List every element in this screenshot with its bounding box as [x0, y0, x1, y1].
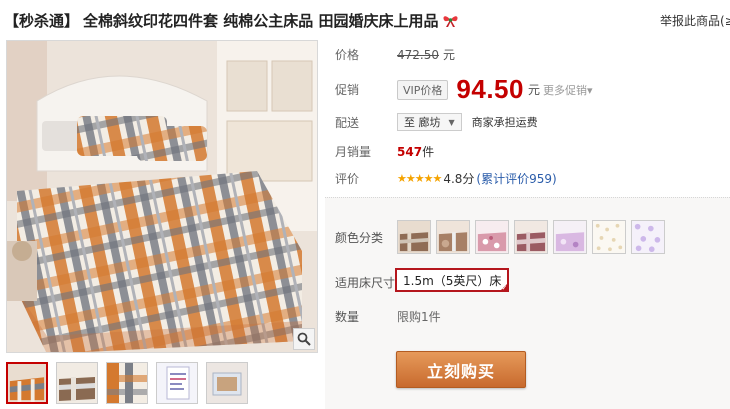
product-title-text: 全棉斜纹印花四件套 纯棉公主床品 田园婚庆床上用品 — [83, 11, 439, 30]
color-swatch-2[interactable] — [436, 220, 470, 254]
promo-price: 94.50 — [456, 74, 524, 104]
magnifier-icon[interactable] — [293, 328, 315, 350]
monthly-sales-label: 月销量 — [335, 145, 372, 159]
price-currency: 元 — [443, 48, 456, 62]
delivery-row: 配送 至 廊坊 ▼ 商家承担运费 — [335, 113, 538, 131]
star-rating-icon: ★★★★★ — [397, 172, 442, 185]
color-swatch-5[interactable] — [553, 220, 587, 254]
color-swatches — [397, 220, 665, 254]
price-label: 价格 — [335, 48, 360, 62]
review-count-link[interactable]: (累计评价959) — [476, 170, 556, 187]
rating-score: 4.8分 — [443, 172, 475, 186]
monthly-sales-unit: 件 — [422, 145, 435, 159]
delivery-label: 配送 — [335, 115, 360, 130]
region-select[interactable]: 至 廊坊 ▼ — [397, 113, 462, 131]
promo-currency: 元 — [527, 83, 540, 97]
quantity-row: 数量 限购1件 — [335, 308, 441, 325]
thumbnail-2[interactable] — [56, 362, 98, 404]
thumbnail-4[interactable] — [156, 362, 198, 404]
color-swatch-4[interactable] — [514, 220, 548, 254]
rating-label: 评价 — [335, 172, 360, 186]
shipping-note: 商家承担运费 — [471, 116, 538, 129]
vip-price-tag: VIP价格 — [397, 79, 449, 100]
thumbnail-strip — [6, 362, 248, 404]
color-label: 颜色分类 — [335, 230, 384, 245]
promo-label: 促销 — [335, 83, 360, 97]
gift-bow-icon — [442, 13, 459, 28]
size-option-text: 1.5m（5英尺）床 — [403, 273, 502, 288]
more-promotions-link[interactable]: 更多促销▾ — [543, 82, 593, 98]
product-tag: 【秒杀通】 — [4, 11, 80, 30]
price-row: 价格 472.50 元 — [335, 46, 455, 63]
size-option-1-5m[interactable]: 1.5m（5英尺）床 ✓ — [395, 268, 510, 292]
promo-row: 促销 VIP价格 94.50 元 更多促销▾ — [335, 74, 593, 105]
size-label: 适用床尺寸 — [335, 276, 396, 290]
report-product-link[interactable]: 举报此商品(≥ — [660, 12, 730, 29]
thumbnail-1[interactable] — [6, 362, 48, 404]
original-price: 472.50 — [397, 47, 439, 62]
rating-row: 评价 ★★★★★ 4.8分 (累计评价959) — [335, 170, 557, 187]
product-main-image[interactable] — [6, 40, 318, 353]
color-swatch-3[interactable] — [475, 220, 509, 254]
product-title: 【秒杀通】 全棉斜纹印花四件套 纯棉公主床品 田园婚庆床上用品 — [4, 8, 654, 32]
thumbnail-3[interactable] — [106, 362, 148, 404]
color-swatch-7[interactable] — [631, 220, 665, 254]
thumbnail-5[interactable] — [206, 362, 248, 404]
quantity-label: 数量 — [335, 310, 360, 324]
size-row: 适用床尺寸 — [335, 274, 397, 291]
region-value: 至 廊坊 — [404, 116, 441, 129]
color-row: 颜色分类 — [335, 220, 665, 254]
monthly-sales-value: 547 — [397, 144, 423, 159]
purchase-limit: 限购1件 — [397, 310, 441, 324]
monthly-sales-row: 月销量 547 件 — [335, 143, 434, 160]
color-swatch-6[interactable] — [592, 220, 626, 254]
chevron-down-icon: ▼ — [448, 117, 455, 127]
checkmark-icon: ✓ — [501, 284, 508, 292]
color-swatch-1[interactable] — [397, 220, 431, 254]
buy-now-button[interactable]: 立刻购买 — [396, 351, 526, 388]
